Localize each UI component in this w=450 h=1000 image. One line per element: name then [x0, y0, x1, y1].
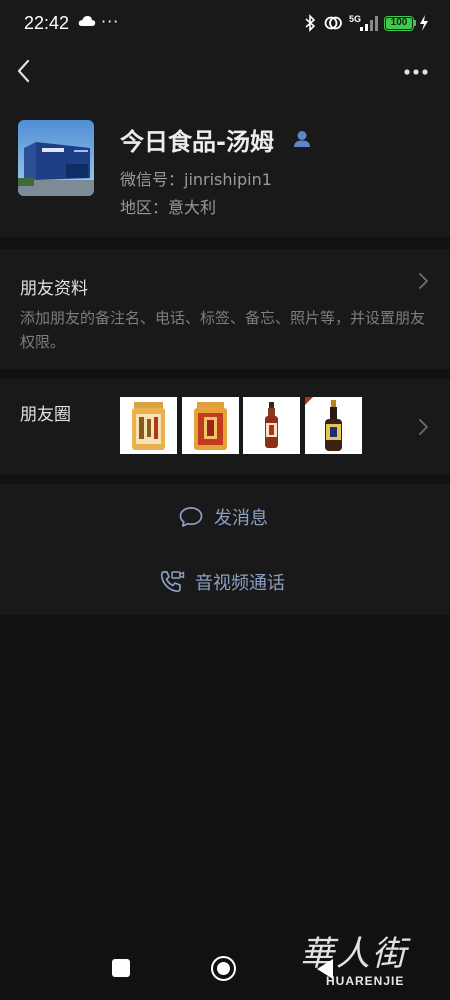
region: 地区：意大利: [120, 198, 217, 217]
battery-level: 100: [386, 18, 412, 29]
more-dots-icon: ···: [101, 12, 120, 31]
male-icon: [294, 131, 310, 147]
send-message-button[interactable]: 发消息: [178, 504, 268, 530]
wechat-id: 微信号：jinrishipin1: [120, 170, 272, 189]
battery-icon: 100: [384, 16, 414, 31]
send-message-label: 发消息: [214, 508, 268, 529]
status-time: 22:42: [24, 13, 70, 33]
vinegar-bottle-image: [305, 397, 362, 454]
signal-icon: [360, 16, 378, 31]
audio-video-call-label: 音视频通话: [195, 573, 285, 594]
friend-info-title: 朋友资料: [20, 279, 88, 299]
charging-icon: [420, 15, 428, 31]
chat-bubble-icon: [179, 507, 203, 527]
jar-product-image: [182, 397, 239, 454]
moments-thumbnail-jar-1[interactable]: [120, 397, 177, 454]
sauce-bottle-image: [243, 397, 300, 454]
back-arrow-icon[interactable]: [12, 58, 38, 84]
battery-tip: [414, 20, 416, 26]
moments-thumbnail-jar-2[interactable]: [182, 397, 239, 454]
chevron-right-icon: [419, 419, 428, 435]
phone-video-icon: [160, 571, 185, 593]
bluetooth-icon: [305, 14, 316, 32]
link-icon: [324, 16, 342, 30]
profile-name: 今日食品-汤姆: [120, 128, 274, 156]
top-bar: [0, 48, 450, 100]
moments-thumbnail-vinegar[interactable]: [305, 397, 362, 454]
friend-info-description: 添加朋友的备注名、电话、标签、备忘、照片等，并设置朋友权限。: [20, 309, 426, 351]
more-options-icon[interactable]: [400, 60, 432, 84]
moments-title: 朋友圈: [20, 405, 71, 425]
avatar-building-image: [18, 120, 94, 196]
watermark-english: HUARENJIE: [326, 974, 405, 988]
audio-video-call-button[interactable]: 音视频通话: [158, 569, 285, 595]
chevron-right-icon: [419, 273, 428, 289]
cloud-icon: [78, 16, 96, 26]
moments-thumbnail-sauce[interactable]: [243, 397, 300, 454]
recents-square-icon[interactable]: [112, 959, 130, 977]
avatar[interactable]: [18, 120, 94, 196]
watermark-chinese: 華人街: [300, 934, 408, 974]
jar-product-image: [120, 397, 177, 454]
home-circle-dot: [217, 962, 230, 975]
